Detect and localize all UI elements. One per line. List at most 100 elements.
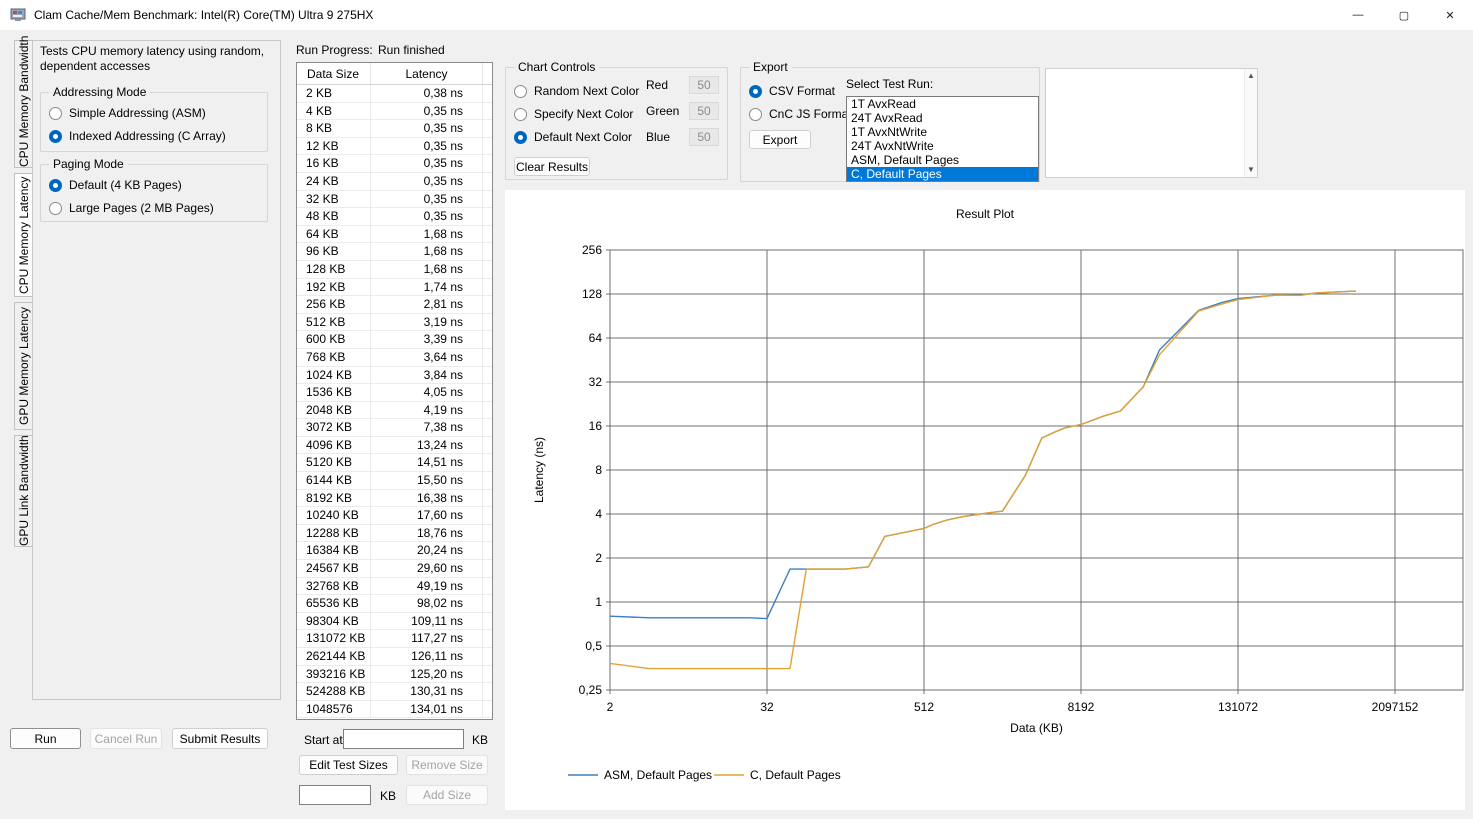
radio-simple-addressing-asm[interactable]: Simple Addressing (ASM) [49,106,226,120]
y-tick-label: 8 [595,463,602,477]
blue-label: Blue [646,130,689,144]
test-run-item-24t-avxread[interactable]: 24T AvxRead [847,111,1038,125]
table-row[interactable]: 131072 KB117,27 ns [297,630,492,648]
table-row[interactable]: 768 KB3,64 ns [297,349,492,367]
table-row[interactable]: 4096 KB13,24 ns [297,437,492,455]
radio-specify-next-color[interactable]: Specify Next Color [514,107,639,121]
run-button[interactable]: Run [10,728,81,749]
addressing-radio-group: Simple Addressing (ASM) Indexed Addressin… [49,106,226,143]
table-row[interactable]: 65536 KB98,02 ns [297,595,492,613]
radio-default-next-color[interactable]: Default Next Color [514,130,639,144]
test-run-item-1t-avxread[interactable]: 1T AvxRead [847,97,1038,111]
radio-label: CSV Format [769,84,835,98]
table-row[interactable]: 10240 KB17,60 ns [297,507,492,525]
x-axis-title: Data (KB) [1010,721,1063,735]
y-tick-label: 2 [595,551,602,565]
data-size-cell: 12 KB [297,138,371,155]
latency-cell: 0,35 ns [371,155,483,172]
maximize-icon[interactable]: ▢ [1381,0,1427,30]
radio-large-pages-2-mb-pages[interactable]: Large Pages (2 MB Pages) [49,201,214,215]
result-plot-panel: Result Plot23251281921310722097152256128… [505,190,1465,810]
test-run-item-1t-avxntwrite[interactable]: 1T AvxNtWrite [847,125,1038,139]
table-row[interactable]: 393216 KB125,20 ns [297,666,492,684]
table-row[interactable]: 96 KB1,68 ns [297,243,492,261]
clear-results-button[interactable]: Clear Results [514,157,590,176]
table-row[interactable]: 32 KB0,35 ns [297,191,492,209]
column-header-latency[interactable]: Latency [371,63,483,84]
minimize-icon[interactable]: — [1335,0,1381,30]
data-size-cell: 6144 KB [297,472,371,489]
radio-cnc-js-format[interactable]: CnC JS Format [749,107,852,121]
export-button[interactable]: Export [749,130,811,149]
data-size-cell: 768 KB [297,349,371,366]
table-row[interactable]: 4 KB0,35 ns [297,103,492,121]
submit-results-button[interactable]: Submit Results [172,728,268,749]
table-row[interactable]: 64 KB1,68 ns [297,226,492,244]
paging-radio-group: Default (4 KB Pages) Large Pages (2 MB Pa… [49,178,214,215]
tab-cpu-memory-bandwidth[interactable]: CPU Memory Bandwidth [14,40,33,168]
y-axis-title: Latency (ns) [532,437,546,503]
column-header-data-size[interactable]: Data Size [297,63,371,84]
radio-default-4-kb-pages[interactable]: Default (4 KB Pages) [49,178,214,192]
table-row[interactable]: 524288 KB130,31 ns [297,683,492,701]
data-size-cell: 8192 KB [297,490,371,507]
x-tick-label: 8192 [1068,700,1095,714]
test-run-item-24t-avxntwrite[interactable]: 24T AvxNtWrite [847,139,1038,153]
table-row[interactable]: 600 KB3,39 ns [297,331,492,349]
table-row[interactable]: 16384 KB20,24 ns [297,542,492,560]
radio-label: Indexed Addressing (C Array) [69,129,226,143]
table-row[interactable]: 12 KB0,35 ns [297,138,492,156]
radio-indexed-addressing-c-array[interactable]: Indexed Addressing (C Array) [49,129,226,143]
test-run-item-c-default-pages[interactable]: C, Default Pages [847,167,1038,181]
scroll-up-icon[interactable]: ▲ [1247,72,1255,80]
x-tick-label: 512 [914,700,934,714]
table-row[interactable]: 2048 KB4,19 ns [297,402,492,420]
table-row[interactable]: 5120 KB14,51 ns [297,454,492,472]
data-size-cell: 98304 KB [297,613,371,630]
edit-test-sizes-button[interactable]: Edit Test Sizes [299,755,398,775]
radio-random-next-color[interactable]: Random Next Color [514,84,639,98]
table-row[interactable]: 32768 KB49,19 ns [297,578,492,596]
tab-gpu-link-bandwidth[interactable]: GPU Link Bandwidth [14,435,33,547]
tab-gpu-memory-latency[interactable]: GPU Memory Latency [14,302,33,430]
vertical-scrollbar[interactable]: ▲ ▼ [1244,69,1257,177]
y-tick-label: 128 [582,287,602,301]
table-row[interactable]: 1048576 KB134,01 ns [297,701,492,719]
table-row[interactable]: 6144 KB15,50 ns [297,472,492,490]
table-body: 2 KB0,38 ns4 KB0,35 ns8 KB0,35 ns12 KB0,… [297,85,492,718]
table-row[interactable]: 512 KB3,19 ns [297,314,492,332]
latency-cell: 125,20 ns [371,666,483,683]
table-row[interactable]: 12288 KB18,76 ns [297,525,492,543]
table-row[interactable]: 8 KB0,35 ns [297,120,492,138]
data-size-cell: 2048 KB [297,402,371,419]
table-row[interactable]: 128 KB1,68 ns [297,261,492,279]
radio-csv-format[interactable]: CSV Format [749,84,852,98]
table-row[interactable]: 256 KB2,81 ns [297,296,492,314]
table-row[interactable]: 1536 KB4,05 ns [297,384,492,402]
radio-icon [49,179,62,192]
add-size-button: Add Size [406,785,488,805]
latency-cell: 98,02 ns [371,595,483,612]
table-row[interactable]: 98304 KB109,11 ns [297,613,492,631]
table-row[interactable]: 24567 KB29,60 ns [297,560,492,578]
table-row[interactable]: 48 KB0,35 ns [297,208,492,226]
add-size-input[interactable] [299,785,371,805]
table-row[interactable]: 8192 KB16,38 ns [297,490,492,508]
table-row[interactable]: 1024 KB3,84 ns [297,367,492,385]
test-run-item-asm-default-pages[interactable]: ASM, Default Pages [847,153,1038,167]
scroll-down-icon[interactable]: ▼ [1247,166,1255,174]
latency-cell: 0,35 ns [371,103,483,120]
table-row[interactable]: 24 KB0,35 ns [297,173,492,191]
radio-icon [749,85,762,98]
start-at-input[interactable] [343,729,464,749]
table-row[interactable]: 192 KB1,74 ns [297,279,492,297]
table-row[interactable]: 2 KB0,38 ns [297,85,492,103]
table-row[interactable]: 262144 KB126,11 ns [297,648,492,666]
latency-cell: 49,19 ns [371,578,483,595]
close-icon[interactable]: ✕ [1427,0,1473,30]
x-tick-label: 2 [607,700,614,714]
table-row[interactable]: 16 KB0,35 ns [297,155,492,173]
x-tick-label: 32 [760,700,774,714]
latency-cell: 7,38 ns [371,419,483,436]
table-row[interactable]: 3072 KB7,38 ns [297,419,492,437]
